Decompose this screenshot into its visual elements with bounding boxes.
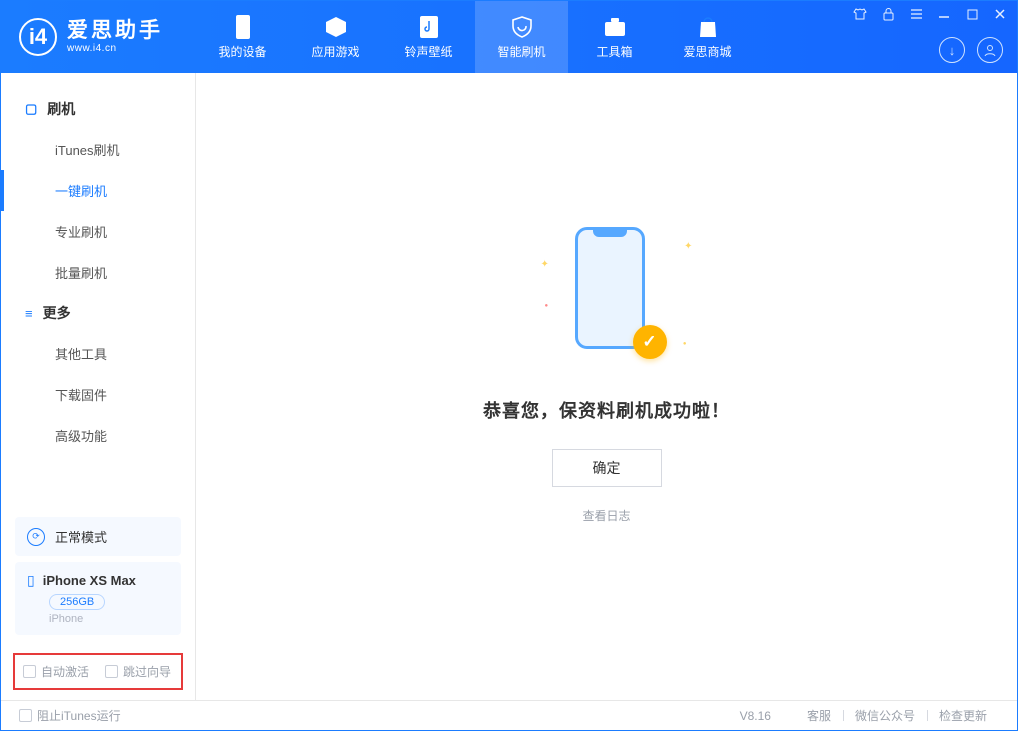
sidebar-item-advanced[interactable]: 高级功能 xyxy=(1,415,195,456)
sidebar-item-onekey-flash[interactable]: 一键刷机 xyxy=(1,170,195,211)
sidebar-item-download-firmware[interactable]: 下载固件 xyxy=(1,374,195,415)
device-card[interactable]: ▯ iPhone XS Max 256GB iPhone xyxy=(15,562,181,635)
sidebar-group-more[interactable]: ≡ 更多 xyxy=(1,293,195,333)
tab-ringtones-wallpapers[interactable]: 铃声壁纸 xyxy=(382,1,475,73)
tab-smart-flash[interactable]: 智能刷机 xyxy=(475,1,568,73)
checkbox-icon xyxy=(23,665,36,678)
device-icon: ▢ xyxy=(25,101,37,117)
checkbox-auto-activate[interactable]: 自动激活 xyxy=(23,663,89,680)
success-illustration: ✓ ✦ ✦ ● ● xyxy=(547,219,667,359)
device-mode-label: 正常模式 xyxy=(55,527,107,546)
user-icon[interactable] xyxy=(977,37,1003,63)
toolbox-icon xyxy=(603,15,627,39)
tab-my-device[interactable]: 我的设备 xyxy=(196,1,289,73)
check-icon: ✓ xyxy=(633,325,667,359)
device-storage-badge: 256GB xyxy=(49,594,105,610)
sidebar-group-flash[interactable]: ▢ 刷机 xyxy=(1,89,195,129)
minimize-icon[interactable] xyxy=(937,7,951,21)
music-file-icon xyxy=(417,15,441,39)
tab-apps-games[interactable]: 应用游戏 xyxy=(289,1,382,73)
checkbox-skip-guide[interactable]: 跳过向导 xyxy=(105,663,171,680)
success-message: 恭喜您，保资料刷机成功啦！ xyxy=(483,397,730,423)
logo[interactable]: i4 爱思助手 www.i4.cn xyxy=(1,18,196,56)
header: i4 爱思助手 www.i4.cn 我的设备 应用游戏 铃声壁纸 智能刷机 工具… xyxy=(1,1,1017,73)
maximize-icon[interactable] xyxy=(965,7,979,21)
ok-button[interactable]: 确定 xyxy=(552,449,662,487)
app-title: 爱思助手 xyxy=(67,19,163,43)
checkbox-icon xyxy=(105,665,118,678)
device-type: iPhone xyxy=(49,613,169,625)
sidebar-item-other-tools[interactable]: 其他工具 xyxy=(1,333,195,374)
device-mode-card[interactable]: ⟳ 正常模式 xyxy=(15,517,181,556)
footer-link-update[interactable]: 检查更新 xyxy=(927,707,999,724)
lock-icon[interactable] xyxy=(881,7,895,21)
tshirt-icon[interactable] xyxy=(853,7,867,21)
download-icon[interactable]: ↓ xyxy=(939,37,965,63)
tab-store[interactable]: 爱思商城 xyxy=(661,1,754,73)
header-right-icons: ↓ xyxy=(939,37,1003,63)
top-tabs: 我的设备 应用游戏 铃声壁纸 智能刷机 工具箱 爱思商城 xyxy=(196,1,754,73)
options-highlight-box: 自动激活 跳过向导 xyxy=(13,653,183,690)
version-label: V8.16 xyxy=(740,709,771,723)
sidebar-item-pro-flash[interactable]: 专业刷机 xyxy=(1,211,195,252)
menu-icon[interactable] xyxy=(909,7,923,21)
sidebar-item-itunes-flash[interactable]: iTunes刷机 xyxy=(1,129,195,170)
phone-icon xyxy=(231,15,255,39)
footer-link-support[interactable]: 客服 xyxy=(795,707,843,724)
main-content: ✓ ✦ ✦ ● ● 恭喜您，保资料刷机成功啦！ 确定 查看日志 xyxy=(196,73,1017,700)
sidebar-item-batch-flash[interactable]: 批量刷机 xyxy=(1,252,195,293)
checkbox-block-itunes[interactable]: 阻止iTunes运行 xyxy=(19,707,121,724)
phone-small-icon: ▯ xyxy=(27,572,35,589)
sidebar: ▢ 刷机 iTunes刷机 一键刷机 专业刷机 批量刷机 ≡ 更多 其他工具 下… xyxy=(1,73,196,700)
view-log-link[interactable]: 查看日志 xyxy=(582,507,630,524)
close-icon[interactable] xyxy=(993,7,1007,21)
footer-link-wechat[interactable]: 微信公众号 xyxy=(843,707,927,724)
checkbox-icon xyxy=(19,709,32,722)
footer: 阻止iTunes运行 V8.16 客服 微信公众号 检查更新 xyxy=(1,700,1017,730)
list-icon: ≡ xyxy=(25,306,33,321)
cube-icon xyxy=(324,15,348,39)
device-name: iPhone XS Max xyxy=(43,573,136,588)
tab-toolbox[interactable]: 工具箱 xyxy=(568,1,661,73)
mode-icon: ⟳ xyxy=(27,528,45,546)
logo-icon: i4 xyxy=(19,18,57,56)
bag-icon xyxy=(696,15,720,39)
app-subtitle: www.i4.cn xyxy=(67,43,163,55)
window-controls xyxy=(853,7,1007,21)
refresh-shield-icon xyxy=(510,15,534,39)
